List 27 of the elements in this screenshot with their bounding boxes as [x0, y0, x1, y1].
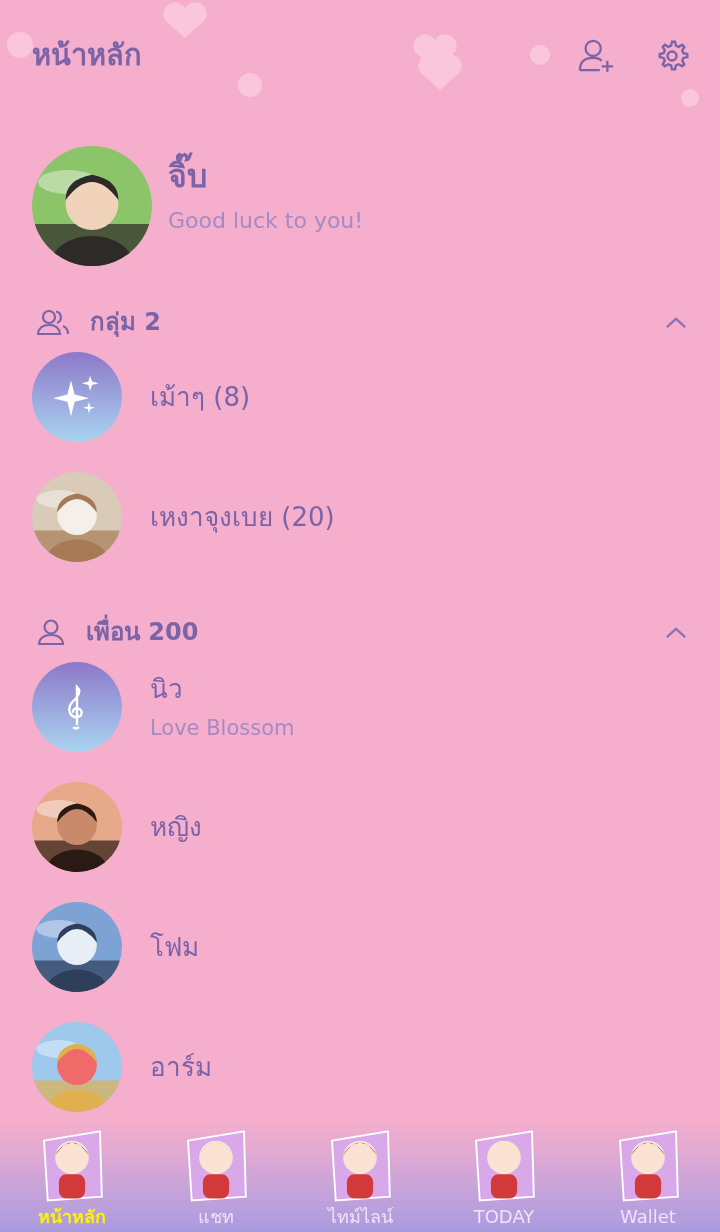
list-item[interactable]: เหงาจุงเบย (20) — [0, 472, 720, 562]
page-title: หน้าหลัก — [32, 37, 142, 75]
profile-status: Good luck to you! — [168, 206, 364, 235]
chevron-up-icon — [665, 315, 687, 329]
tab[interactable]: หน้าหลัก — [0, 1122, 144, 1232]
chevron-up-icon — [665, 625, 687, 639]
item-name: เม้าๆ (8) — [150, 380, 251, 414]
person-icon — [36, 618, 66, 646]
tab[interactable]: ไทม์ไลน์ — [288, 1122, 432, 1232]
item-name: หญิง — [150, 810, 202, 844]
profile-name: จิ๊บ — [168, 151, 364, 200]
item-name: เหงาจุงเบย (20) — [150, 500, 335, 535]
group-icon — [36, 308, 70, 336]
tab[interactable]: Wallet — [576, 1122, 720, 1232]
item-name: นิว — [150, 672, 184, 706]
item-status: Love Blossom — [150, 714, 295, 742]
section-title: เพื่อน 200 — [86, 614, 199, 650]
list-item[interactable]: นิว Love Blossom — [0, 662, 720, 752]
section-title: กลุ่ม 2 — [90, 307, 162, 339]
list-item[interactable]: เม้าๆ (8) — [0, 352, 720, 442]
item-name: โฟม — [150, 930, 199, 964]
tab[interactable]: แชท — [144, 1122, 288, 1232]
list-item[interactable]: หญิง — [0, 782, 720, 872]
item-name: อาร์ม — [150, 1050, 212, 1084]
add-person-icon — [577, 38, 615, 74]
tab[interactable]: TODAY — [432, 1122, 576, 1232]
list-item[interactable]: โฟม — [0, 902, 720, 992]
